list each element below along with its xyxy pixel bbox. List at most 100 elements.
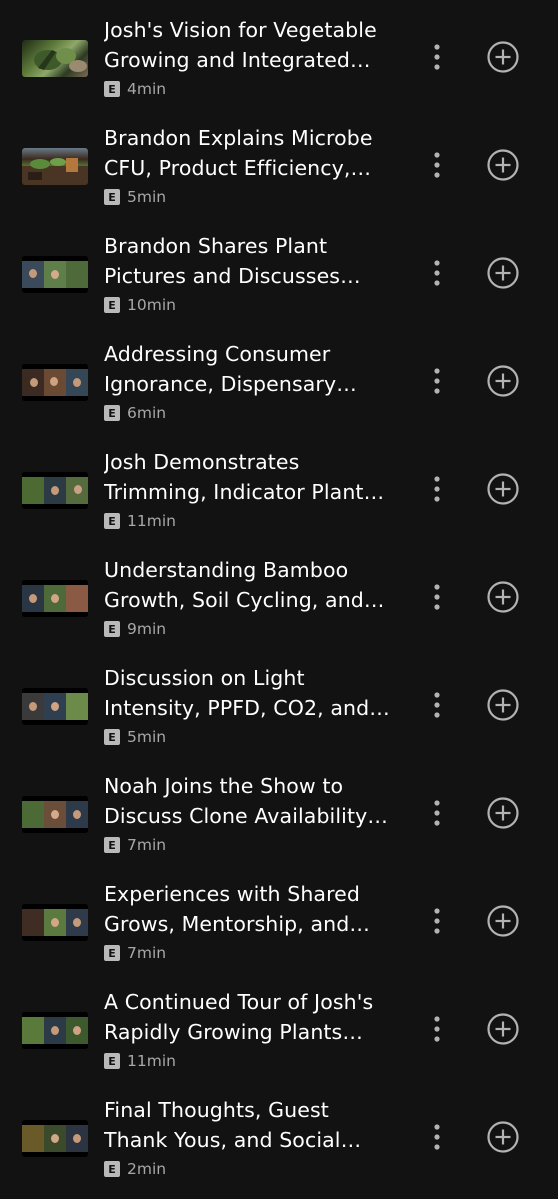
episode-meta: E 7min xyxy=(104,836,166,854)
episode-title: Discussion on Light Intensity, PPFD, CO2… xyxy=(104,666,370,720)
episode-meta: E 5min xyxy=(104,188,166,206)
episode-title: Addressing Consumer Ignorance, Dispensar… xyxy=(104,342,337,396)
add-circle-icon xyxy=(487,1013,519,1045)
episode-title: Josh Demonstrates Trimming, Indicator Pl… xyxy=(104,450,381,504)
episode-row[interactable]: Final Thoughts, Guest Thank Yous, and So… xyxy=(0,1080,558,1188)
episode-meta: E 10min xyxy=(104,296,176,314)
episode-duration: 11min xyxy=(127,1052,176,1070)
episode-duration: 7min xyxy=(127,836,167,854)
episode-meta: E 7min xyxy=(104,944,166,962)
explicit-badge: E xyxy=(104,1161,120,1177)
explicit-badge: E xyxy=(104,81,120,97)
more-options-button[interactable] xyxy=(424,147,450,183)
add-circle-icon xyxy=(487,257,519,289)
episode-meta: E 4min xyxy=(104,80,166,98)
add-circle-icon xyxy=(487,365,519,397)
more-options-button[interactable] xyxy=(424,255,450,291)
add-circle-icon xyxy=(487,1121,519,1153)
episode-row[interactable]: Brandon Shares Plant Pictures and Discus… xyxy=(0,216,558,324)
more-vertical-icon xyxy=(434,1016,440,1042)
more-vertical-icon xyxy=(434,1124,440,1150)
episode-title: Final Thoughts, Guest Thank Yous, and So… xyxy=(104,1098,341,1152)
episode-title: A Continued Tour of Josh's Rapidly Growi… xyxy=(104,990,374,1044)
episode-title: Noah Joins the Show to Discuss Clone Ava… xyxy=(104,774,368,828)
add-to-library-button[interactable] xyxy=(487,797,519,829)
episode-list: Josh's Vision for Vegetable Growing and … xyxy=(0,0,558,1199)
episode-title: Brandon Shares Plant Pictures and Discus… xyxy=(104,234,341,288)
more-vertical-icon xyxy=(434,908,440,934)
add-circle-icon xyxy=(487,41,519,73)
explicit-badge: E xyxy=(104,621,120,637)
add-circle-icon xyxy=(487,905,519,937)
add-to-library-button[interactable] xyxy=(487,689,519,721)
add-to-library-button[interactable] xyxy=(487,365,519,397)
more-vertical-icon xyxy=(434,44,440,70)
more-options-button[interactable] xyxy=(424,1119,450,1155)
explicit-badge: E xyxy=(104,297,120,313)
episode-duration: 4min xyxy=(127,80,167,98)
episode-meta: E 6min xyxy=(104,404,166,422)
episode-thumbnail[interactable] xyxy=(22,1120,88,1157)
add-to-library-button[interactable] xyxy=(487,149,519,181)
episode-row[interactable]: A Continued Tour of Josh's Rapidly Growi… xyxy=(0,972,558,1080)
add-to-library-button[interactable] xyxy=(487,905,519,937)
more-vertical-icon xyxy=(434,584,440,610)
add-to-library-button[interactable] xyxy=(487,473,519,505)
explicit-badge: E xyxy=(104,945,120,961)
episode-row[interactable]: Discussion on Light Intensity, PPFD, CO2… xyxy=(0,648,558,756)
episode-row[interactable]: Noah Joins the Show to Discuss Clone Ava… xyxy=(0,756,558,864)
episode-title: Understanding Bamboo Growth, Soil Cyclin… xyxy=(104,558,364,612)
episode-meta: E 5min xyxy=(104,728,166,746)
episode-duration: 2min xyxy=(127,1160,167,1178)
episode-row[interactable]: Experiences with Shared Grows, Mentorshi… xyxy=(0,864,558,972)
episode-thumbnail[interactable] xyxy=(22,904,88,941)
more-vertical-icon xyxy=(434,260,440,286)
add-circle-icon xyxy=(487,473,519,505)
episode-duration: 5min xyxy=(127,728,167,746)
add-circle-icon xyxy=(487,149,519,181)
episode-title: Josh's Vision for Vegetable Growing and … xyxy=(104,18,377,72)
episode-duration: 6min xyxy=(127,404,167,422)
episode-thumbnail[interactable] xyxy=(22,472,88,509)
episode-thumbnail[interactable] xyxy=(22,256,88,293)
episode-thumbnail[interactable] xyxy=(22,148,88,185)
more-options-button[interactable] xyxy=(424,471,450,507)
more-options-button[interactable] xyxy=(424,363,450,399)
episode-meta: E 11min xyxy=(104,512,176,530)
episode-duration: 9min xyxy=(127,620,167,638)
add-circle-icon xyxy=(487,581,519,613)
more-options-button[interactable] xyxy=(424,903,450,939)
explicit-badge: E xyxy=(104,837,120,853)
episode-thumbnail[interactable] xyxy=(22,364,88,401)
episode-row[interactable]: Understanding Bamboo Growth, Soil Cyclin… xyxy=(0,540,558,648)
more-options-button[interactable] xyxy=(424,795,450,831)
episode-duration: 5min xyxy=(127,188,167,206)
episode-thumbnail[interactable] xyxy=(22,1012,88,1049)
more-options-button[interactable] xyxy=(424,1011,450,1047)
more-options-button[interactable] xyxy=(424,687,450,723)
episode-thumbnail[interactable] xyxy=(22,580,88,617)
add-to-library-button[interactable] xyxy=(487,1013,519,1045)
more-options-button[interactable] xyxy=(424,579,450,615)
episode-meta: E 9min xyxy=(104,620,166,638)
add-to-library-button[interactable] xyxy=(487,257,519,289)
episode-row[interactable]: Josh Demonstrates Trimming, Indicator Pl… xyxy=(0,432,558,540)
add-to-library-button[interactable] xyxy=(487,581,519,613)
episode-row[interactable]: Brandon Explains Microbe CFU, Product Ef… xyxy=(0,108,558,216)
episode-row[interactable]: Addressing Consumer Ignorance, Dispensar… xyxy=(0,324,558,432)
episode-meta: E 11min xyxy=(104,1052,176,1070)
episode-meta: E 2min xyxy=(104,1160,166,1178)
add-circle-icon xyxy=(487,689,519,721)
episode-duration: 7min xyxy=(127,944,167,962)
add-to-library-button[interactable] xyxy=(487,1121,519,1153)
episode-row[interactable]: Josh's Vision for Vegetable Growing and … xyxy=(0,0,558,108)
episode-duration: 11min xyxy=(127,512,176,530)
episode-thumbnail[interactable] xyxy=(22,40,88,77)
explicit-badge: E xyxy=(104,729,120,745)
episode-thumbnail[interactable] xyxy=(22,688,88,725)
add-circle-icon xyxy=(487,797,519,829)
episode-thumbnail[interactable] xyxy=(22,796,88,833)
add-to-library-button[interactable] xyxy=(487,41,519,73)
more-options-button[interactable] xyxy=(424,39,450,75)
more-vertical-icon xyxy=(434,368,440,394)
